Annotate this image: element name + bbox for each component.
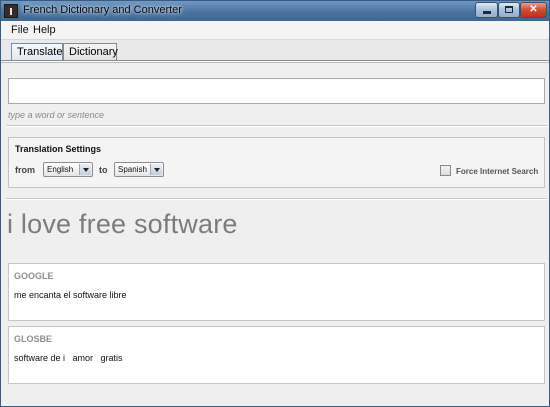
result-source: GLOSBE: [14, 334, 53, 344]
app-icon: [4, 4, 18, 18]
from-label: from: [15, 165, 35, 175]
chevron-down-icon: [79, 164, 91, 175]
divider: [6, 198, 547, 200]
tab-divider: [1, 60, 549, 63]
result-card-glosbe: GLOSBE software de i amor gratis: [8, 326, 545, 384]
tab-translate[interactable]: Translate: [11, 43, 63, 61]
to-language-value: Spanish: [118, 165, 147, 174]
result-text: me encanta el software libre: [14, 290, 127, 300]
from-language-value: English: [47, 165, 74, 174]
close-icon: ✕: [529, 4, 538, 15]
app-window: French Dictionary and Converter ✕ File H…: [0, 0, 550, 407]
window-title: French Dictionary and Converter: [23, 4, 182, 16]
input-hint: type a word or sentence: [8, 110, 105, 120]
translation-settings: Translation Settings from English to Spa…: [8, 137, 545, 188]
menu-file[interactable]: File: [11, 24, 29, 36]
menu-help[interactable]: Help: [33, 24, 56, 36]
to-label: to: [99, 165, 108, 175]
tab-dictionary[interactable]: Dictionary: [63, 43, 118, 61]
translation-input[interactable]: [8, 78, 545, 104]
chevron-down-icon: [150, 164, 162, 175]
tab-strip: Translate Dictionary: [1, 40, 549, 61]
maximize-icon: [505, 6, 513, 13]
divider: [6, 125, 547, 127]
menu-bar: File Help: [1, 21, 549, 40]
result-text: software de i amor gratis: [14, 353, 123, 363]
result-card-google: GOOGLE me encanta el software libre: [8, 263, 545, 321]
query-display: i love free software: [7, 209, 238, 239]
translate-panel: type a word or sentence Translation Sett…: [1, 64, 549, 406]
to-language-select[interactable]: Spanish: [114, 162, 164, 177]
title-bar[interactable]: French Dictionary and Converter ✕: [1, 1, 549, 21]
result-source: GOOGLE: [14, 271, 54, 281]
maximize-button[interactable]: [498, 2, 520, 18]
settings-title: Translation Settings: [15, 144, 102, 154]
minimize-button[interactable]: [475, 2, 498, 18]
minimize-icon: [482, 11, 491, 14]
force-internet-search-label[interactable]: Force Internet Search: [456, 167, 538, 176]
force-internet-search-checkbox[interactable]: [440, 165, 451, 176]
from-language-select[interactable]: English: [43, 162, 93, 177]
close-button[interactable]: ✕: [520, 2, 547, 18]
